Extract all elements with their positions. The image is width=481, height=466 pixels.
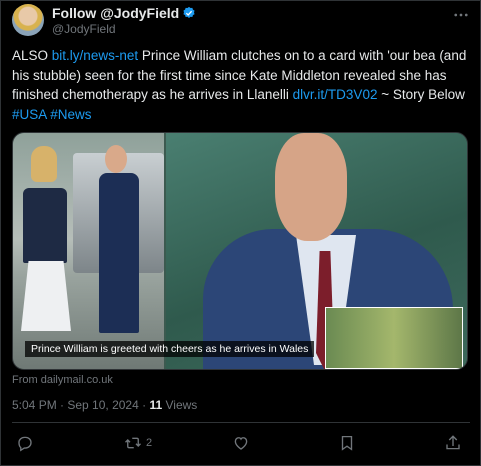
- tweet-header: Follow @JodyField @JodyField: [12, 4, 470, 38]
- action-bar: 2: [12, 430, 468, 456]
- tweet-link-2[interactable]: dlvr.it/TD3V02: [293, 87, 378, 102]
- media-card[interactable]: Prince William is greeted with cheers as…: [12, 132, 468, 370]
- retweet-count: 2: [146, 437, 153, 449]
- man-figure-small: [99, 173, 139, 333]
- follow-label[interactable]: Follow @JodyField: [52, 5, 179, 21]
- man-head: [275, 133, 347, 241]
- hashtag-news[interactable]: #News: [50, 107, 91, 122]
- heart-icon[interactable]: [232, 434, 250, 452]
- views-label: Views: [165, 398, 198, 412]
- reply-icon[interactable]: [16, 434, 34, 452]
- retweet-icon[interactable]: [124, 434, 142, 452]
- tweet-link-1[interactable]: bit.ly/news-net: [52, 48, 138, 63]
- avatar[interactable]: [12, 4, 44, 36]
- share-icon[interactable]: [444, 434, 462, 452]
- hashtag-usa[interactable]: #USA: [12, 107, 47, 122]
- follow-line[interactable]: Follow @JodyField: [52, 5, 196, 23]
- bookmark-icon[interactable]: [338, 434, 356, 452]
- views-count: 11: [149, 398, 163, 412]
- tweet-prefix: ALSO: [12, 48, 49, 63]
- woman-figure: [23, 188, 67, 263]
- woman-skirt: [21, 261, 71, 331]
- tweet-time[interactable]: 5:04 PM: [12, 398, 57, 412]
- tweet-date[interactable]: Sep 10, 2024: [67, 398, 138, 412]
- verified-badge-icon: [182, 6, 196, 23]
- retweet-button[interactable]: 2: [124, 434, 152, 452]
- inset-family-photo: [325, 307, 463, 369]
- divider: [12, 422, 470, 423]
- tweet-text: ALSO bit.ly/news-net Prince William clut…: [12, 46, 470, 124]
- tweet-meta: 5:04 PM · Sep 10, 2024 · 11 Views: [12, 398, 197, 412]
- tweet-after-link: ~ Story Below: [381, 87, 465, 102]
- media-caption: Prince William is greeted with cheers as…: [25, 341, 315, 357]
- like-button[interactable]: [232, 434, 250, 452]
- share-button[interactable]: [444, 434, 462, 452]
- more-icon[interactable]: [452, 6, 470, 27]
- bookmark-button[interactable]: [338, 434, 356, 452]
- link-source[interactable]: From dailymail.co.uk: [12, 374, 113, 386]
- photo-left: [13, 133, 164, 369]
- man-head-small: [105, 145, 127, 173]
- reply-button[interactable]: [16, 434, 34, 452]
- meta-separator: ·: [56, 398, 68, 412]
- user-handle[interactable]: @JodyField: [52, 22, 116, 36]
- woman-hair: [31, 146, 57, 182]
- meta-separator: ·: [138, 398, 150, 412]
